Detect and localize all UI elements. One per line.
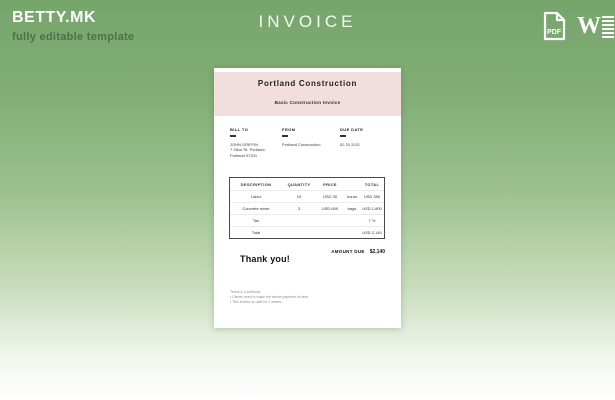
table-header-row: DESCRIPTION QUANTITY PRICE TOTAL: [230, 178, 384, 190]
row-price: USD 35: [322, 194, 337, 199]
from-divider: [282, 135, 288, 137]
amount-due-value: $2,140: [369, 249, 385, 255]
table-row-total: Total USD 2,140: [230, 226, 384, 238]
svg-text:PDF: PDF: [547, 29, 562, 36]
header-price: PRICE: [323, 181, 337, 187]
row-description: Total: [251, 230, 261, 235]
bill-to-section: BILL TO JOHN GRIFFIN 7 Olive St. Portlan…: [230, 127, 266, 158]
bill-to-street: 7 Olive St. Portland,: [230, 147, 266, 152]
row-unit: hours: [346, 194, 357, 199]
invoice-subtitle: Basic Construction Invoice: [274, 100, 341, 105]
row-unit: bags: [347, 206, 357, 211]
invoice-preview: Portland Construction Basic Construction…: [214, 68, 401, 328]
table-row-tax: Tax 7 %: [230, 214, 384, 226]
items-table: DESCRIPTION QUANTITY PRICE TOTAL Labor 1…: [229, 177, 385, 239]
row-quantity: 10: [296, 194, 302, 199]
from-section: FROM Portland Construction: [282, 127, 320, 147]
row-total: USD 350: [363, 194, 381, 199]
word-page-lines: [602, 14, 614, 38]
row-total: USD 2,140: [362, 230, 382, 235]
download-icons: PDF W: [539, 10, 614, 42]
from-label: FROM: [282, 127, 296, 132]
table-row: Labor 10 USD 35 hours USD 350: [230, 190, 384, 202]
due-date-divider: [340, 135, 346, 137]
row-description: Concrete mixer: [242, 206, 270, 211]
amount-due-label: AMOUNT DUE: [331, 249, 365, 254]
bill-to-city: Portland 97201: [230, 152, 258, 158]
due-date-label: DUE DATE: [340, 127, 364, 132]
table-row: Concrete mixer 3 USD 600 bags USD 1,800: [230, 202, 384, 214]
row-price: USD 600: [321, 206, 339, 211]
row-total: 7 %: [368, 218, 376, 223]
due-date-value: 02 20 2021: [340, 141, 361, 147]
word-w-glyph: W: [577, 13, 601, 39]
thank-you-note: Thank you!: [240, 254, 291, 264]
from-value: Portland Construction: [282, 141, 321, 147]
brand-tagline: fully editable template: [12, 31, 135, 43]
header-quantity: QUANTITY: [287, 181, 311, 187]
row-quantity: 3: [297, 206, 301, 211]
invoice-company-name: Portland Construction: [257, 79, 358, 88]
row-total: USD 1,800: [362, 206, 382, 211]
row-description: Labor: [250, 194, 262, 199]
terms-section: Terms & Conditions Clients need to make …: [230, 290, 309, 305]
amount-due: AMOUNT DUE $2,140: [331, 249, 385, 255]
header-total: TOTAL: [364, 181, 380, 187]
pdf-file-icon: PDF: [543, 11, 566, 41]
word-download-icon[interactable]: W: [577, 10, 614, 42]
header-description: DESCRIPTION: [240, 181, 272, 187]
bill-to-label: BILL TO: [230, 127, 249, 132]
pdf-download-icon[interactable]: PDF: [539, 10, 569, 42]
terms-item: This invoice is valid for 2 weeks.: [230, 300, 309, 305]
due-date-section: DUE DATE 02 20 2021: [340, 127, 363, 147]
bill-to-divider: [230, 135, 236, 137]
page-title: INVOICE: [258, 12, 357, 31]
row-description: Tax: [252, 218, 260, 223]
